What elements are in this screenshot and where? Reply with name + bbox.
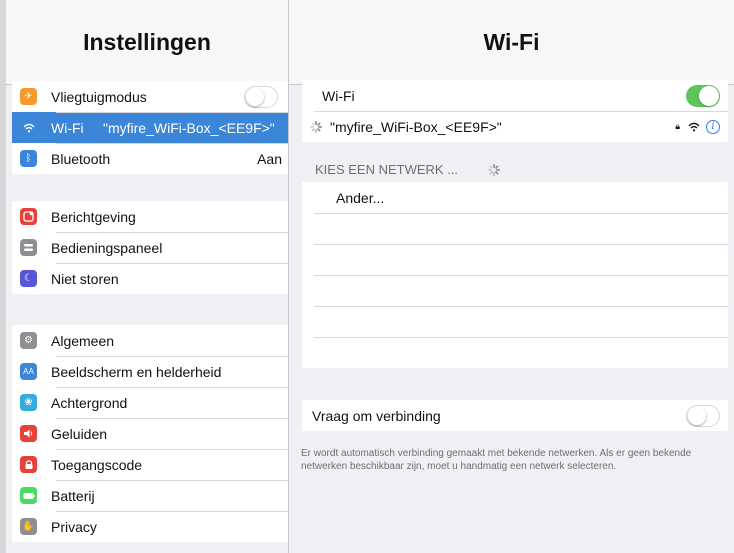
- other-network-row[interactable]: Ander...: [302, 182, 728, 213]
- network-list-empty-row: [302, 275, 728, 306]
- sidebar-item-label: Algemeen: [51, 332, 115, 349]
- sidebar-item-airplane-mode[interactable]: ✈ Vliegtuigmodus: [12, 81, 288, 112]
- bluetooth-icon: ᛒ: [20, 150, 37, 167]
- network-list: Ander...: [302, 182, 728, 368]
- wifi-signal-icon: [688, 119, 700, 135]
- settings-window: Instellingen ✈ Vliegtuigmodus Wi-Fi "myf…: [0, 0, 734, 553]
- airplane-mode-toggle[interactable]: [244, 85, 278, 108]
- sidebar-item-bluetooth[interactable]: ᛒ Bluetooth Aan: [12, 143, 288, 174]
- connected-network-row[interactable]: "myfire_WiFi-Box_<EE9F>" 🔒︎ i: [302, 111, 728, 142]
- sidebar-item-do-not-disturb[interactable]: ☾ Niet storen: [12, 263, 288, 294]
- sidebar-item-label: Batterij: [51, 487, 95, 504]
- sidebar-group-notifications: Berichtgeving Bedieningspaneel ☾ Niet st…: [12, 201, 288, 294]
- sidebar-item-passcode[interactable]: Toegangscode: [12, 449, 288, 480]
- settings-sidebar: Instellingen ✈ Vliegtuigmodus Wi-Fi "myf…: [0, 0, 289, 553]
- wifi-icon: [20, 119, 37, 136]
- sidebar-item-label: Bedieningspaneel: [51, 239, 163, 256]
- sidebar-item-label: Berichtgeving: [51, 208, 136, 225]
- network-list-empty-row: [302, 244, 728, 275]
- ask-to-join-row: Vraag om verbinding: [302, 400, 728, 431]
- sidebar-item-privacy[interactable]: ✋ Privacy: [12, 511, 288, 542]
- ask-to-join-group: Vraag om verbinding: [302, 400, 728, 431]
- choose-network-header: KIES EEN NETWERK ...: [315, 162, 501, 177]
- bluetooth-status-value: Aan: [257, 150, 282, 167]
- sidebar-item-notifications[interactable]: Berichtgeving: [12, 201, 288, 232]
- display-icon: AA: [20, 363, 37, 380]
- ask-to-join-toggle[interactable]: [686, 404, 720, 427]
- ask-to-join-footer: Er wordt automatisch verbinding gemaakt …: [301, 448, 692, 472]
- network-list-empty-row: [302, 337, 728, 368]
- connected-network-name: "myfire_WiFi-Box_<EE9F>": [330, 118, 502, 135]
- sidebar-item-label: Achtergrond: [51, 394, 128, 411]
- sidebar-group-connectivity: ✈ Vliegtuigmodus Wi-Fi "myfire_WiFi-Box_…: [12, 81, 288, 174]
- info-icon[interactable]: i: [706, 119, 720, 134]
- wifi-toggle-label: Wi-Fi: [322, 87, 355, 104]
- sidebar-item-battery[interactable]: Batterij: [12, 480, 288, 511]
- choose-network-label: KIES EEN NETWERK ...: [315, 162, 459, 177]
- sidebar-item-sounds[interactable]: Geluiden: [12, 418, 288, 449]
- lock-icon: [20, 456, 37, 473]
- notifications-icon: [20, 208, 37, 225]
- scanning-spinner-icon: [488, 163, 501, 176]
- loading-spinner-icon: [310, 120, 322, 133]
- network-list-empty-row: [302, 213, 728, 244]
- airplane-icon: ✈: [20, 88, 37, 105]
- sidebar-item-wallpaper[interactable]: ❀ Achtergrond: [12, 387, 288, 418]
- sidebar-item-label: Toegangscode: [51, 456, 143, 473]
- sidebar-item-label: Wi-Fi: [51, 119, 84, 136]
- sidebar-item-label: Privacy: [51, 518, 97, 535]
- control-center-icon: [20, 239, 37, 256]
- gear-icon: ⚙: [20, 332, 37, 349]
- wifi-toggle[interactable]: [686, 84, 720, 107]
- wifi-toggle-row: Wi-Fi: [302, 80, 728, 111]
- wallpaper-icon: ❀: [20, 394, 37, 411]
- wifi-network-value: "myfire_WiFi-Box_<EE9F>": [103, 119, 275, 136]
- sidebar-group-general: ⚙ Algemeen AA Beeldscherm en helderheid …: [12, 325, 288, 542]
- other-network-label: Ander...: [336, 189, 385, 206]
- sidebar-item-label: Vliegtuigmodus: [51, 88, 147, 105]
- sidebar-item-control-center[interactable]: Bedieningspaneel: [12, 232, 288, 263]
- sidebar-title: Instellingen: [6, 0, 288, 85]
- ask-to-join-label: Vraag om verbinding: [312, 407, 441, 424]
- wifi-detail-panel: Wi-Fi Wi-Fi "myfire_WiFi-Box_<EE9F>" 🔒︎: [289, 0, 734, 553]
- sidebar-item-wifi[interactable]: Wi-Fi "myfire_WiFi-Box_<EE9F>": [12, 112, 288, 143]
- sidebar-item-general[interactable]: ⚙ Algemeen: [12, 325, 288, 356]
- speaker-icon: [20, 425, 37, 442]
- network-list-empty-row: [302, 306, 728, 337]
- sidebar-item-label: Niet storen: [51, 270, 119, 287]
- lock-icon: 🔒︎: [675, 121, 680, 131]
- battery-icon: [20, 487, 37, 504]
- moon-icon: ☾: [20, 270, 37, 287]
- sidebar-item-label: Beeldscherm en helderheid: [51, 363, 222, 380]
- sidebar-item-label: Geluiden: [51, 425, 108, 442]
- sidebar-item-label: Bluetooth: [51, 150, 111, 167]
- sidebar-item-display[interactable]: AA Beeldscherm en helderheid: [12, 356, 288, 387]
- page-title: Wi-Fi: [289, 0, 734, 85]
- hand-icon: ✋: [20, 518, 37, 535]
- wifi-main-group: Wi-Fi "myfire_WiFi-Box_<EE9F>" 🔒︎ i: [302, 80, 728, 142]
